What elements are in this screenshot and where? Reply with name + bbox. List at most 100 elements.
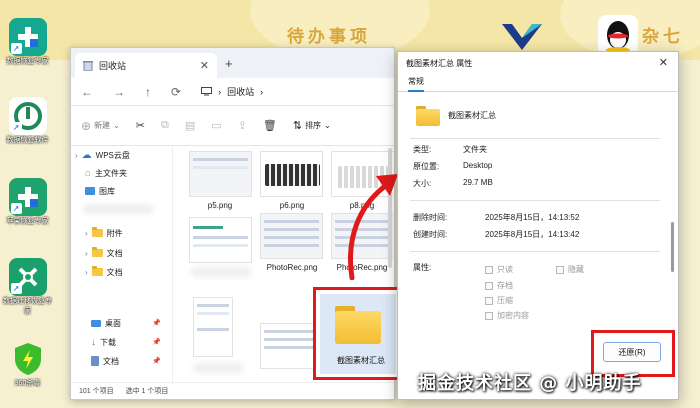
prop-label: 删除时间: [413,213,448,222]
chevron-right-icon: › [75,150,78,160]
checkbox-encrypt[interactable]: 加密内容 [485,310,529,321]
dialog-title-bar: 截图素材汇总 属性 ✕ [398,52,678,74]
file-thumbnail[interactable] [189,151,252,197]
sidebar-item-desktop[interactable]: 桌面 📌 [91,315,171,331]
file-name[interactable]: p5.png [185,201,255,210]
sidebar-item-home[interactable]: ⌂ 主文件夹 [85,165,127,181]
red-arrow-annotation [348,174,398,280]
wallpaper-banner-text: 待办事项 [287,27,371,47]
sidebar-item-wps-cloud[interactable]: › ☁ WPS云盘 [75,147,130,163]
checkbox-readonly[interactable]: 只读 [485,264,513,275]
sidebar-item-gallery[interactable]: 图库 [85,183,115,199]
desktop-icon-data-recovery[interactable]: ↗ 数据恢复专家 [0,18,55,67]
blurred-file-name [193,363,243,373]
folder-icon [91,266,103,276]
new-tab-icon[interactable]: + [225,56,233,71]
navigation-pane: › ☁ WPS云盘 ⌂ 主文件夹 图库 › 附件 › 文档 › 文档 桌面 📌 … [71,147,173,384]
folder-name-field[interactable]: 截图素材汇总 [448,110,496,121]
breadcrumb-sep-icon: › [260,86,264,97]
share-icon[interactable]: ⇪ [238,119,247,132]
pin-icon[interactable]: 📌 [152,357,161,365]
desktop-icon-apple-recovery[interactable]: ↗ 苹果恢复专家 [0,178,55,227]
divider [410,200,660,201]
breadcrumb-item[interactable]: 回收站 [227,85,254,98]
docs-icon [91,356,99,366]
breadcrumb-sep-icon: › [218,86,222,97]
file-thumbnail[interactable] [193,297,233,357]
sidebar-item-attachments[interactable]: › 附件 [85,225,123,241]
attributes-label: 属性: [413,263,432,272]
sort-button-label: 排序 [305,121,322,130]
tab-recycle-bin[interactable]: 回收站 ✕ [75,53,217,78]
dialog-tab-bar: 常规 [398,74,678,92]
watermark-text: 掘金技术社区 @ 小明助手 [418,373,642,394]
pin-icon[interactable]: 📌 [152,319,161,327]
back-arrow-icon[interactable]: ← [81,85,93,99]
vs-logo-icon[interactable] [500,22,544,52]
command-bar: ⊕ 新建 ⌄ ✂ ⧉ ▤ ▭ ⇪ 🗑 ⇅ 排序 ⌄ [71,106,394,146]
file-name[interactable]: PhotoRec.png [257,263,327,272]
desktop-icon-recovery-software[interactable]: ↗ 数据恢复软件 [0,97,55,146]
restore-button[interactable]: 还原(R) [603,342,661,362]
file-thumbnail[interactable] [260,213,323,259]
desktop-icon-migration-recovery[interactable]: ↗ 数据迁移恢复专家 [0,258,55,317]
dialog-scrollbar[interactable] [671,222,674,272]
folder-name: 截图素材汇总 [337,356,385,365]
sidebar-item-label: WPS云盘 [95,150,130,160]
prop-value: 2025年8月15日，14:13:42 [485,230,580,239]
file-thumbnail[interactable] [189,217,252,263]
divider [410,251,660,252]
folder-icon [91,247,103,257]
migration-recovery-icon: ↗ [8,258,47,296]
breadcrumb[interactable]: › 回收站 › [201,85,263,98]
selected-folder-item[interactable]: 截图素材汇总 [313,287,403,380]
tab-close-icon[interactable]: ✕ [200,59,209,72]
sidebar-item-label: 文档 [103,356,119,366]
file-name[interactable]: p6.png [257,201,327,210]
forward-arrow-icon[interactable]: → [113,85,125,99]
tab-general[interactable]: 常规 [408,76,424,92]
copy-icon[interactable]: ⧉ [161,119,169,132]
close-icon[interactable]: ✕ [659,56,668,69]
refresh-icon[interactable]: ⟳ [171,85,181,99]
paste-icon[interactable]: ▤ [185,119,195,132]
sidebar-item-docs-2[interactable]: › 文档 [85,264,123,280]
shortcut-arrow-icon: ↗ [10,122,22,133]
qq-icon[interactable] [598,15,638,55]
chevron-right-icon: › [85,267,88,277]
status-bar: 101 个项目 选中 1 个项目 [71,382,394,399]
gallery-icon [85,187,95,195]
cut-icon[interactable]: ✂ [136,119,145,132]
checkbox-hidden[interactable]: 隐藏 [556,264,584,275]
monitor-icon [201,87,213,96]
prop-label: 大小: [413,179,432,188]
checkbox-compress[interactable]: 压缩 [485,295,513,306]
apple-recovery-icon: ↗ [8,178,47,216]
prop-value: 文件夹 [463,145,487,154]
selection-background: 截图素材汇总 [320,294,396,374]
sort-button[interactable]: ⇅ 排序 ⌄ [293,119,331,132]
up-arrow-icon[interactable]: ↑ [145,85,151,99]
prop-value: 29.7 MB [463,178,493,187]
sidebar-item-label: 下载 [100,337,116,347]
data-recovery-icon: ↗ [8,18,47,56]
prop-label: 创建时间: [413,230,448,239]
sidebar-item-downloads[interactable]: ↓ 下载 📌 [91,334,171,350]
new-button[interactable]: ⊕ 新建 ⌄ [81,119,120,133]
checkbox-box [485,296,493,305]
checkbox-archive[interactable]: 存档 [485,280,513,291]
desktop-icon-label: 苹果恢复专家 [6,218,49,225]
delete-icon[interactable]: 🗑 [263,119,277,132]
desktop-icon-360[interactable]: 360杀毒 [0,340,55,389]
sidebar-item-docs[interactable]: › 文档 [85,245,123,261]
download-icon: ↓ [91,336,96,348]
sort-icon: ⇅ [292,120,303,132]
pin-icon[interactable]: 📌 [152,338,161,346]
rename-icon[interactable]: ▭ [211,119,221,132]
sidebar-item-documents[interactable]: 文档 📌 [91,353,171,369]
desktop-icon [91,319,101,327]
checkbox-label: 压缩 [497,296,513,305]
chevron-down-icon: ⌄ [324,121,331,130]
checkbox-label: 加密内容 [497,311,529,320]
file-thumbnail[interactable] [260,151,323,197]
